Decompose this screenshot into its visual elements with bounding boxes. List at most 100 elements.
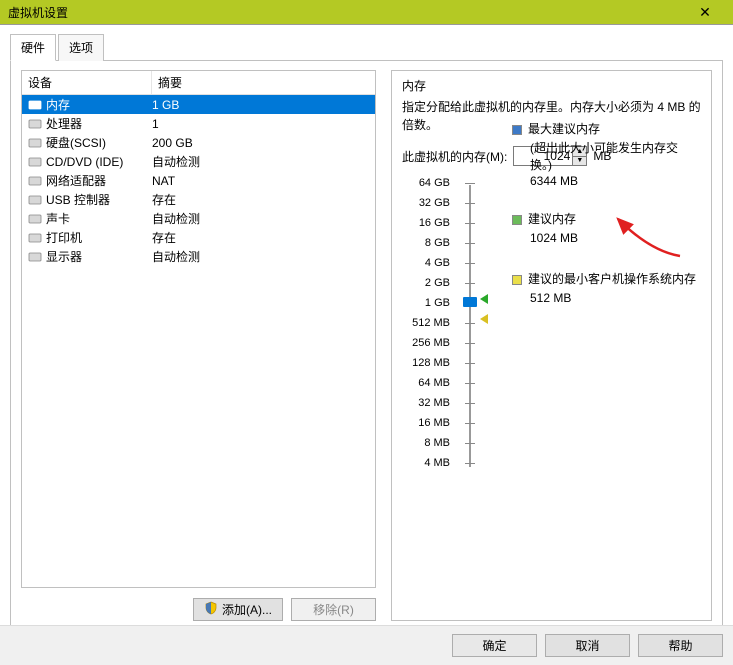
tick-mark	[465, 243, 475, 244]
device-name: USB 控制器	[44, 191, 152, 208]
legend-rec-value: 1024 MB	[512, 230, 697, 247]
add-button[interactable]: 添加(A)...	[193, 598, 283, 621]
dialog-footer: 确定 取消 帮助	[0, 625, 733, 665]
legend-rec: 建议内存 1024 MB	[512, 211, 697, 247]
tick-mark	[465, 183, 475, 184]
header-device[interactable]: 设备	[22, 71, 152, 94]
list-body: 内存1 GB处理器1硬盘(SCSI)200 GBCD/DVD (IDE)自动检测…	[22, 95, 375, 266]
tick-label: 16 GB	[419, 217, 450, 229]
memory-label: 此虚拟机的内存(M):	[402, 148, 507, 165]
legend-min: 建议的最小客户机操作系统内存 512 MB	[512, 271, 697, 307]
ok-button[interactable]: 确定	[452, 634, 537, 657]
square-blue-icon	[512, 125, 522, 135]
tick-mark	[465, 363, 475, 364]
ok-label: 确定	[482, 637, 506, 654]
tick-mark	[465, 323, 475, 324]
square-yellow-icon	[512, 275, 522, 285]
device-summary: 200 GB	[152, 136, 375, 150]
tick-label: 8 GB	[425, 237, 450, 249]
device-name: 显示器	[44, 248, 152, 265]
close-button[interactable]: ✕	[685, 4, 725, 21]
device-summary: 存在	[152, 191, 375, 208]
memory-slider: 64 GB32 GB16 GB8 GB4 GB2 GB1 GB512 MB256…	[402, 181, 701, 471]
device-summary: 自动检测	[152, 153, 375, 170]
device-summary: 自动检测	[152, 248, 375, 265]
slider-track	[469, 185, 471, 467]
cancel-label: 取消	[575, 637, 599, 654]
help-label: 帮助	[668, 637, 692, 654]
tick-mark	[465, 383, 475, 384]
device-icon	[26, 173, 44, 189]
device-name: 硬盘(SCSI)	[44, 134, 152, 151]
memory-title: 内存	[402, 77, 701, 94]
legend-min-value: 512 MB	[512, 290, 697, 307]
legend-min-title: 建议的最小客户机操作系统内存	[528, 272, 696, 286]
list-buttons: 添加(A)... 移除(R)	[21, 598, 376, 621]
tick-mark	[465, 343, 475, 344]
tick-mark	[465, 263, 475, 264]
device-row[interactable]: 声卡自动检测	[22, 209, 375, 228]
device-row[interactable]: 网络适配器NAT	[22, 171, 375, 190]
header-summary[interactable]: 摘要	[152, 71, 375, 94]
tabs: 硬件 选项	[10, 33, 723, 61]
tick-mark	[465, 223, 475, 224]
tick-label: 128 MB	[412, 357, 450, 369]
window-title: 虚拟机设置	[8, 4, 685, 21]
legend-max-value: 6344 MB	[512, 173, 697, 190]
device-list: 设备 摘要 内存1 GB处理器1硬盘(SCSI)200 GBCD/DVD (ID…	[21, 70, 376, 588]
device-row[interactable]: 硬盘(SCSI)200 GB	[22, 133, 375, 152]
device-summary: 自动检测	[152, 210, 375, 227]
legend-max: 最大建议内存 (超出此大小可能发生内存交换。) 6344 MB	[512, 121, 697, 190]
tab-options[interactable]: 选项	[58, 34, 104, 61]
tick-label: 4 GB	[425, 257, 450, 269]
tick-label: 32 GB	[419, 197, 450, 209]
memory-panel: 内存 指定分配给此虚拟机的内存里。内存大小必须为 4 MB 的倍数。 此虚拟机的…	[391, 70, 712, 621]
device-summary: 1	[152, 117, 375, 131]
marker-recommended-icon	[480, 294, 488, 304]
device-name: 声卡	[44, 210, 152, 227]
tick-mark	[465, 423, 475, 424]
device-row[interactable]: 显示器自动检测	[22, 247, 375, 266]
legend-max-note: (超出此大小可能发生内存交换。)	[512, 140, 697, 174]
device-row[interactable]: 打印机存在	[22, 228, 375, 247]
tick-mark	[465, 203, 475, 204]
device-row[interactable]: 内存1 GB	[22, 95, 375, 114]
device-summary: 1 GB	[152, 98, 375, 112]
tick-mark	[465, 443, 475, 444]
tick-label: 64 GB	[419, 177, 450, 189]
square-green-icon	[512, 215, 522, 225]
device-name: 网络适配器	[44, 172, 152, 189]
remove-button[interactable]: 移除(R)	[291, 598, 376, 621]
device-icon	[26, 97, 44, 113]
slider-track-col[interactable]	[460, 181, 480, 471]
list-header: 设备 摘要	[22, 71, 375, 95]
device-icon	[26, 192, 44, 208]
device-name: 打印机	[44, 229, 152, 246]
slider-labels: 64 GB32 GB16 GB8 GB4 GB2 GB1 GB512 MB256…	[402, 181, 450, 471]
marker-min-icon	[480, 314, 488, 324]
tick-label: 512 MB	[412, 317, 450, 329]
device-icon	[26, 211, 44, 227]
remove-button-label: 移除(R)	[313, 601, 354, 618]
tick-mark	[465, 283, 475, 284]
device-row[interactable]: 处理器1	[22, 114, 375, 133]
content: 硬件 选项 设备 摘要 内存1 GB处理器1硬盘(SCSI)200 GBCD/D…	[0, 25, 733, 632]
help-button[interactable]: 帮助	[638, 634, 723, 657]
tick-label: 16 MB	[418, 417, 450, 429]
slider-thumb[interactable]	[463, 297, 477, 307]
tab-hardware[interactable]: 硬件	[10, 34, 56, 61]
tick-label: 32 MB	[418, 397, 450, 409]
add-button-label: 添加(A)...	[222, 601, 272, 618]
device-row[interactable]: USB 控制器存在	[22, 190, 375, 209]
tick-label: 8 MB	[424, 437, 450, 449]
tick-label: 2 GB	[425, 277, 450, 289]
device-row[interactable]: CD/DVD (IDE)自动检测	[22, 152, 375, 171]
device-icon	[26, 135, 44, 151]
legend-rec-title: 建议内存	[528, 212, 576, 226]
tick-label: 4 MB	[424, 457, 450, 469]
device-icon	[26, 249, 44, 265]
cancel-button[interactable]: 取消	[545, 634, 630, 657]
tick-mark	[465, 463, 475, 464]
titlebar: 虚拟机设置 ✕	[0, 0, 733, 25]
device-icon	[26, 230, 44, 246]
